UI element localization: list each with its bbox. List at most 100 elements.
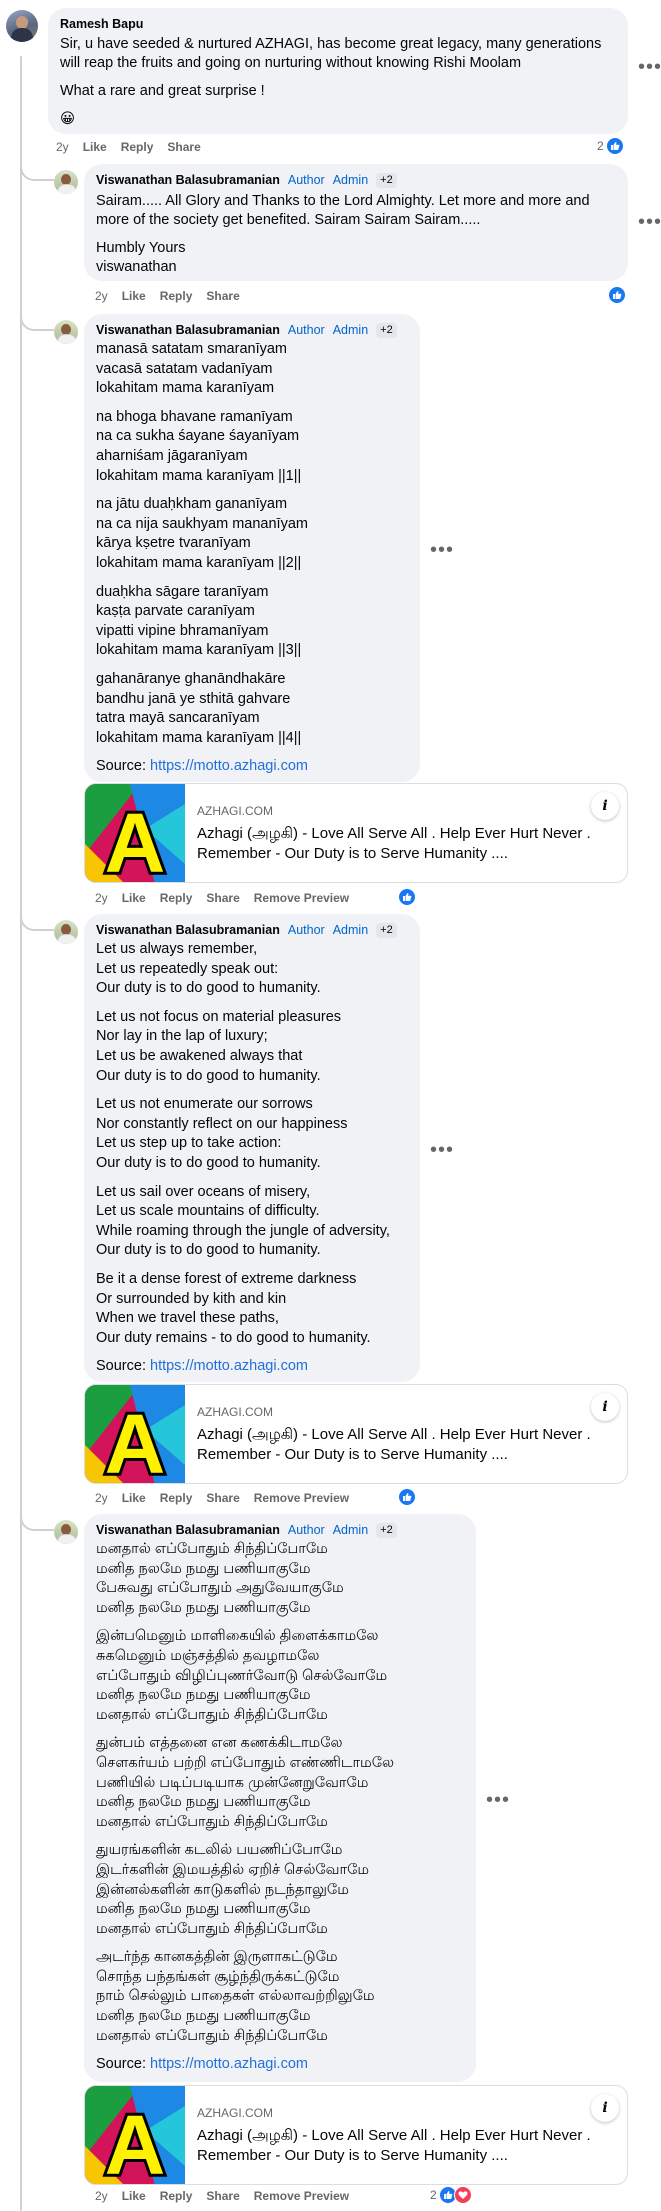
text-line: துயரங்களின் கடலில் பயணிப்போமே — [96, 1842, 343, 1859]
reaction-summary[interactable] — [398, 1488, 416, 1506]
more-options-icon[interactable]: ••• — [430, 1140, 454, 1160]
more-badges[interactable]: +2 — [376, 322, 397, 338]
link-preview-card[interactable]: A AZHAGI.COM Azhagi (அழகி) - Love All Se… — [84, 783, 628, 883]
svg-text:A: A — [105, 1397, 166, 1484]
text-line: மனித நலமே நமது பணியாகுமே — [96, 1687, 311, 1704]
more-options-icon[interactable]: ••• — [486, 1790, 510, 1810]
more-options-icon[interactable]: ••• — [430, 540, 454, 560]
text-line: vacasā satatam vadanīyam — [96, 360, 273, 377]
more-options-icon[interactable]: ••• — [638, 57, 661, 77]
like-button[interactable]: Like — [83, 140, 107, 154]
text-line: gahanāranye ghanāndhakāre — [96, 670, 286, 687]
link-title[interactable]: Azhagi (அழகி) - Love All Serve All . Hel… — [197, 1425, 607, 1465]
text-line: lokahitam mama karanīyam ||3|| — [96, 642, 302, 659]
remove-preview-button[interactable]: Remove Preview — [254, 2189, 349, 2203]
reaction-summary[interactable]: 2 — [430, 2186, 472, 2204]
like-button[interactable]: Like — [122, 1491, 146, 1505]
share-button[interactable]: Share — [206, 891, 239, 905]
thread-connector — [20, 134, 54, 181]
share-button[interactable]: Share — [206, 1491, 239, 1505]
reply-bubble-4: Viswanathan Balasubramanian Author Admin… — [84, 1514, 476, 2082]
reply-button[interactable]: Reply — [160, 891, 193, 905]
like-button[interactable]: Like — [122, 289, 146, 303]
text-line: While roaming through the jungle of adve… — [96, 1222, 390, 1239]
reaction-summary[interactable] — [608, 286, 626, 304]
source-link[interactable]: https://motto.azhagi.com — [150, 758, 308, 774]
text-line: duaḥkha sāgare taranīyam — [96, 583, 269, 600]
reply-actions: 2y Like Reply Share Remove Preview — [95, 2189, 349, 2203]
like-reaction-icon — [605, 137, 624, 155]
reply-author[interactable]: Viswanathan Balasubramanian Author Admin… — [96, 922, 408, 938]
viswanathan-avatar[interactable] — [54, 1520, 78, 1544]
author-badge: Author — [287, 923, 325, 937]
like-button[interactable]: Like — [122, 2189, 146, 2203]
reaction-summary[interactable]: 2 — [597, 137, 624, 155]
text-line: இன்பமெனும் மாளிகையில் திளைக்காமலே — [96, 1628, 379, 1645]
author-badge: Author — [287, 173, 325, 187]
reaction-count: 2 — [430, 2188, 437, 2202]
like-button[interactable]: Like — [122, 891, 146, 905]
info-icon[interactable]: i — [591, 2094, 619, 2122]
text-line: Our duty is to do good to humanity. — [96, 980, 321, 997]
reaction-count: 2 — [597, 139, 604, 153]
reply-actions: 2y Like Reply Share Remove Preview — [95, 891, 349, 905]
text-line: more of the society get benefited. Saira… — [96, 212, 481, 228]
more-options-icon[interactable]: ••• — [638, 212, 661, 232]
comment-author[interactable]: Ramesh Bapu — [60, 16, 616, 32]
reaction-summary[interactable] — [398, 888, 416, 906]
reply-bubble-1: Viswanathan Balasubramanian Author Admin… — [84, 164, 628, 281]
timestamp[interactable]: 2y — [95, 2189, 108, 2203]
azhagi-logo: A — [85, 2086, 185, 2184]
viswanathan-avatar[interactable] — [54, 170, 78, 194]
text-line: kārya kṣetre tvaranīyam — [96, 535, 251, 552]
text-line: Let us not enumerate our sorrows — [96, 1096, 313, 1113]
link-title[interactable]: Azhagi (அழகி) - Love All Serve All . Hel… — [197, 824, 607, 864]
reply-button[interactable]: Reply — [160, 2189, 193, 2203]
text-line: manasā satatam smaranīyam — [96, 341, 287, 357]
remove-preview-button[interactable]: Remove Preview — [254, 891, 349, 905]
share-button[interactable]: Share — [206, 2189, 239, 2203]
source-link[interactable]: https://motto.azhagi.com — [150, 1358, 308, 1374]
reply-author[interactable]: Viswanathan Balasubramanian Author Admin… — [96, 322, 408, 338]
more-badges[interactable]: +2 — [376, 1522, 397, 1538]
text-line: kaṣṭa parvate caranīyam — [96, 603, 255, 620]
text-line: சௌகர்யம் பற்றி எப்போதும் எண்ணிடாமலே — [96, 1754, 395, 1771]
share-button[interactable]: Share — [206, 289, 239, 303]
text-line: மனதால் எப்போதும் சிந்திப்போமே — [96, 1813, 328, 1830]
text-line: மனதால் எப்போதும் சிந்திப்போமே — [96, 2027, 328, 2044]
timestamp[interactable]: 2y — [95, 1491, 108, 1505]
source-link[interactable]: https://motto.azhagi.com — [150, 2056, 308, 2072]
viswanathan-avatar[interactable] — [54, 920, 78, 944]
remove-preview-button[interactable]: Remove Preview — [254, 1491, 349, 1505]
admin-badge: Admin — [332, 1523, 369, 1537]
reply-bubble-2: Viswanathan Balasubramanian Author Admin… — [84, 314, 420, 782]
reply-button[interactable]: Reply — [121, 140, 154, 154]
info-icon[interactable]: i — [591, 1393, 619, 1421]
viswanathan-avatar[interactable] — [54, 320, 78, 344]
text-line: will reap the fruits and going on nurtur… — [60, 55, 522, 71]
link-title[interactable]: Azhagi (அழகி) - Love All Serve All . Hel… — [197, 2126, 607, 2166]
reply-author[interactable]: Viswanathan Balasubramanian Author Admin… — [96, 172, 616, 188]
reply-text: Let us always remember, Let us repeatedly… — [96, 940, 408, 1348]
link-preview-card[interactable]: A AZHAGI.COM Azhagi (அழகி) - Love All Se… — [84, 1384, 628, 1484]
text-line: Let us not focus on material pleasures — [96, 1008, 342, 1025]
thread-line — [20, 56, 22, 2211]
share-button[interactable]: Share — [167, 140, 200, 154]
reply-button[interactable]: Reply — [160, 1491, 193, 1505]
reply-author[interactable]: Viswanathan Balasubramanian Author Admin… — [96, 1522, 464, 1538]
link-preview-card[interactable]: A AZHAGI.COM Azhagi (அழகி) - Love All Se… — [84, 2085, 628, 2185]
like-reaction-icon — [398, 1488, 416, 1506]
text-line: When we travel these paths, — [96, 1310, 279, 1327]
info-icon[interactable]: i — [591, 792, 619, 820]
timestamp[interactable]: 2y — [56, 140, 69, 154]
like-reaction-icon — [608, 286, 626, 304]
reply-button[interactable]: Reply — [160, 289, 193, 303]
text-line: மனதால் எப்போதும் சிந்திப்போமே — [96, 1706, 328, 1723]
text-line: இடர்களின் இமயத்தில் ஏறிச் செல்வோமே — [96, 1861, 370, 1878]
more-badges[interactable]: +2 — [376, 922, 397, 938]
timestamp[interactable]: 2y — [95, 289, 108, 303]
timestamp[interactable]: 2y — [95, 891, 108, 905]
text-line: எப்போதும் விழிப்புணர்வோடு செல்வோமே — [96, 1667, 388, 1684]
more-badges[interactable]: +2 — [376, 172, 397, 188]
ramesh-avatar[interactable] — [6, 10, 38, 42]
